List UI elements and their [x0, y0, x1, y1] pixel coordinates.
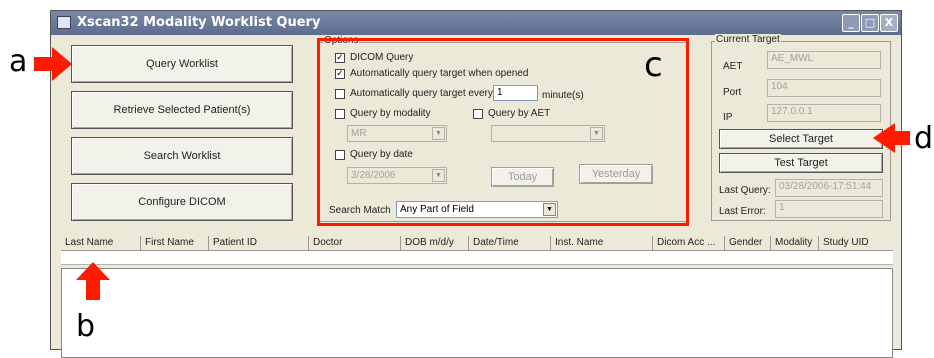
arrow-d [873, 123, 910, 153]
annotation-arrows [34, 47, 910, 300]
arrow-b [76, 262, 110, 300]
arrow-a [34, 47, 72, 81]
